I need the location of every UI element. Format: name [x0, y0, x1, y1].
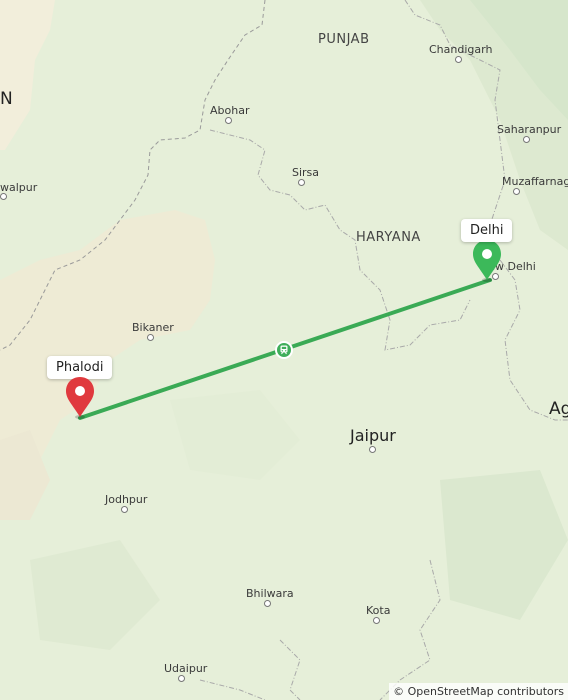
- label-chandigarh: Chandigarh: [429, 43, 493, 56]
- city-dot-chandigarh: [455, 56, 462, 63]
- label-haryana: HARYANA: [356, 230, 421, 245]
- map-view[interactable]: PUNJAB HARYANA Chandigarh Abohar Sirsa S…: [0, 0, 568, 700]
- origin-label[interactable]: Phalodi: [47, 356, 113, 379]
- train-glyph-icon: [280, 345, 288, 355]
- city-dot-sirsa: [298, 179, 305, 186]
- label-new-delhi: New Delhi: [480, 260, 536, 273]
- city-dot-abohar: [225, 117, 232, 124]
- label-bikaner: Bikaner: [132, 321, 174, 334]
- city-dot-new-delhi: [492, 273, 499, 280]
- label-abohar: Abohar: [210, 104, 250, 117]
- city-dot-udaipur: [178, 675, 185, 682]
- label-kota: Kota: [366, 604, 391, 617]
- label-udaipur: Udaipur: [164, 662, 208, 675]
- city-dot-bikaner: [147, 334, 154, 341]
- city-dot-jaipur: [369, 446, 376, 453]
- city-dot-muzaffarnagar: [513, 188, 520, 195]
- label-agra: Ag: [549, 399, 568, 419]
- destination-label[interactable]: Delhi: [461, 219, 513, 242]
- map-attribution[interactable]: © OpenStreetMap contributors: [389, 683, 568, 700]
- label-muzaffarnagar: Muzaffarnaga: [502, 175, 568, 188]
- city-dot-kota: [373, 617, 380, 624]
- city-dot-jodhpur: [121, 506, 128, 513]
- label-punjab: PUNJAB: [318, 32, 370, 47]
- city-dot-bhilwara: [264, 600, 271, 607]
- label-pakistan: N: [0, 89, 13, 109]
- label-saharanpur: Saharanpur: [497, 123, 562, 136]
- train-icon[interactable]: [275, 341, 293, 359]
- label-bahawalpur: walpur: [0, 181, 38, 194]
- label-sirsa: Sirsa: [292, 166, 320, 179]
- label-jodhpur: Jodhpur: [105, 493, 148, 506]
- label-jaipur: Jaipur: [350, 426, 396, 445]
- label-bhilwara: Bhilwara: [246, 587, 294, 600]
- city-dot-bahawalpur: [0, 193, 7, 200]
- city-dot-saharanpur: [523, 136, 530, 143]
